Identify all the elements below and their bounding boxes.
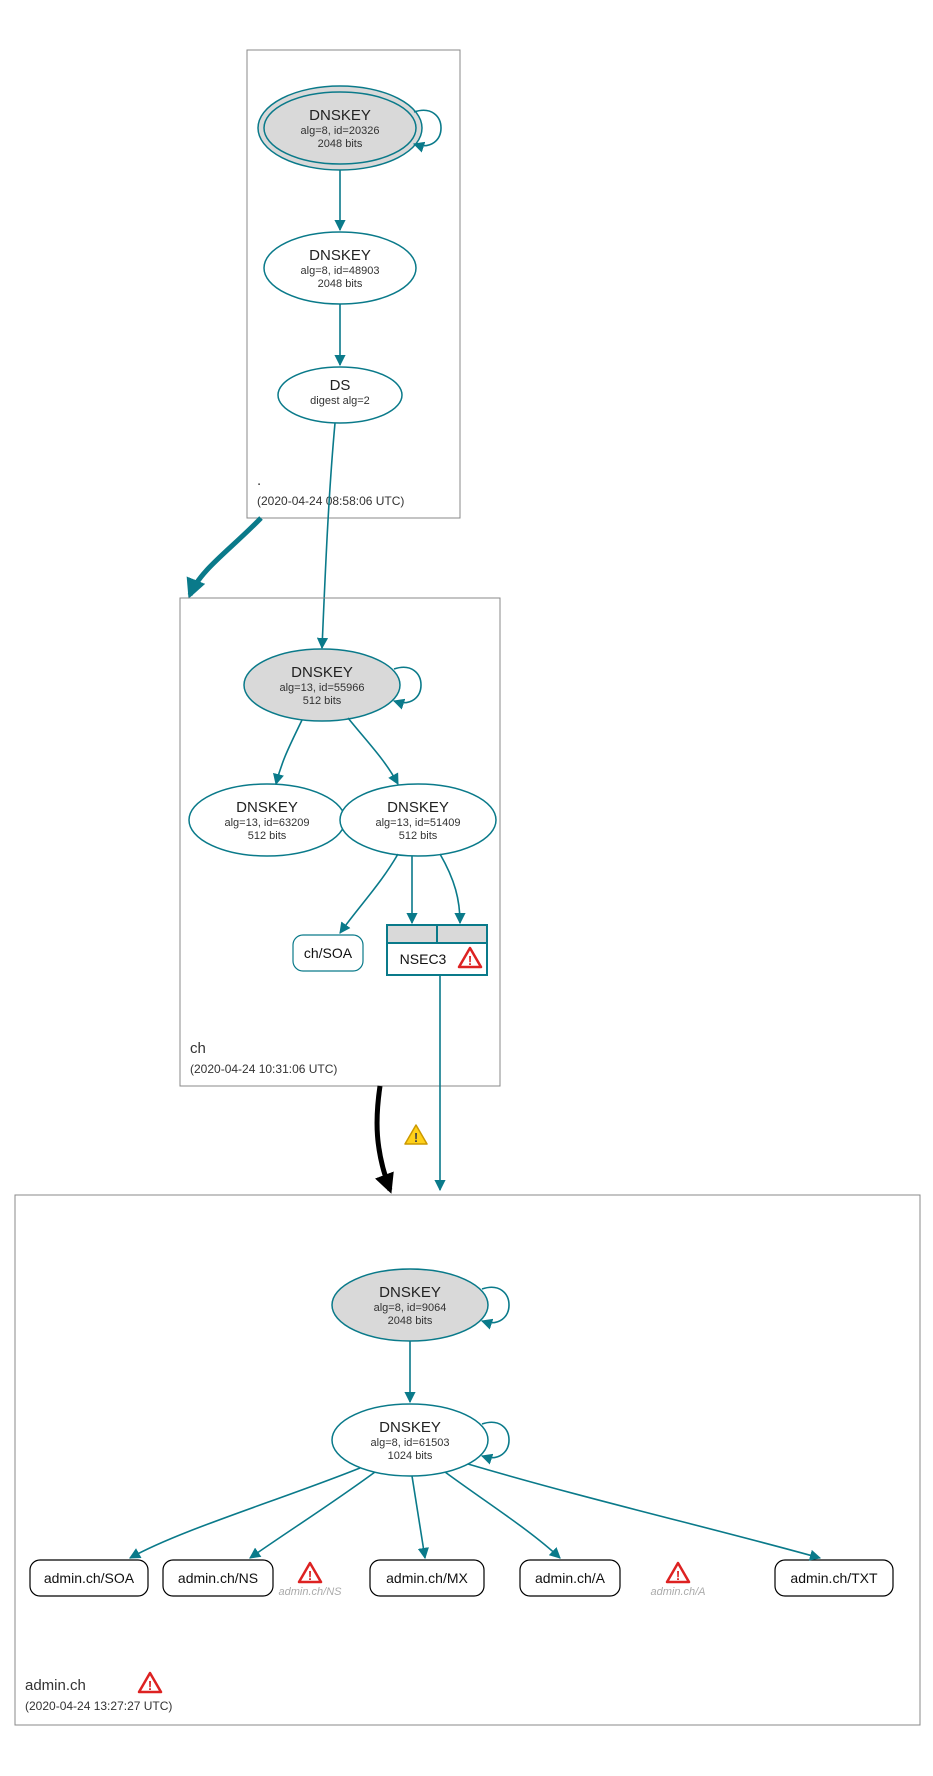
svg-text:DNSKEY: DNSKEY (387, 799, 449, 816)
edge-root-to-ch-deleg (190, 518, 261, 595)
svg-text:alg=13, id=51409: alg=13, id=51409 (375, 817, 460, 829)
edge-ch-ksk-zsk1 (276, 720, 302, 784)
svg-text:alg=8, id=48903: alg=8, id=48903 (301, 265, 380, 277)
edge-admin-zsk-ns (250, 1472, 375, 1558)
svg-text:DNSKEY: DNSKEY (379, 1419, 441, 1436)
node-admin-ns-error[interactable]: admin.ch/NS (279, 1563, 343, 1598)
node-admin-txt[interactable]: admin.ch/TXT (775, 1560, 893, 1596)
svg-text:NSEC3: NSEC3 (400, 951, 447, 967)
svg-text:alg=13, id=55966: alg=13, id=55966 (279, 682, 364, 694)
svg-text:2048 bits: 2048 bits (388, 1315, 433, 1327)
svg-text:512 bits: 512 bits (399, 830, 438, 842)
edge-ch-zsk2-nsec3b (440, 854, 460, 923)
node-admin-ksk[interactable]: DNSKEY alg=8, id=9064 2048 bits (332, 1269, 488, 1341)
edge-ds-to-ch-ksk (322, 423, 335, 648)
node-ch-ksk[interactable]: DNSKEY alg=13, id=55966 512 bits (244, 649, 400, 721)
svg-text:alg=13, id=63209: alg=13, id=63209 (224, 817, 309, 829)
svg-text:512 bits: 512 bits (303, 695, 342, 707)
svg-text:DNSKEY: DNSKEY (309, 247, 371, 264)
warning-icon (405, 1125, 427, 1145)
svg-text:DS: DS (330, 377, 351, 394)
svg-text:admin.ch/A: admin.ch/A (535, 1570, 606, 1586)
zone-ch-label: ch (190, 1040, 206, 1057)
svg-text:ch/SOA: ch/SOA (304, 945, 353, 961)
node-root-ksk[interactable]: DNSKEY alg=8, id=20326 2048 bits (258, 86, 422, 170)
zone-root-ts: (2020-04-24 08:58:06 UTC) (257, 494, 404, 508)
edge-ch-zsk2-soa (340, 854, 398, 933)
svg-text:alg=8, id=20326: alg=8, id=20326 (301, 125, 380, 137)
error-icon (667, 1563, 689, 1583)
edge-admin-zsk-soa (130, 1468, 360, 1558)
node-admin-a-error[interactable]: admin.ch/A (650, 1563, 705, 1598)
svg-text:admin.ch/NS: admin.ch/NS (178, 1570, 258, 1586)
svg-text:admin.ch/TXT: admin.ch/TXT (790, 1570, 878, 1586)
node-admin-a[interactable]: admin.ch/A (520, 1560, 620, 1596)
svg-text:2048 bits: 2048 bits (318, 138, 363, 150)
edge-admin-zsk-mx (412, 1476, 425, 1558)
node-ch-zsk2[interactable]: DNSKEY alg=13, id=51409 512 bits (340, 784, 496, 856)
node-ch-zsk1[interactable]: DNSKEY alg=13, id=63209 512 bits (189, 784, 345, 856)
zone-ch: ch (2020-04-24 10:31:06 UTC) DNSKEY alg=… (180, 598, 500, 1086)
svg-text:DNSKEY: DNSKEY (291, 664, 353, 681)
node-admin-mx[interactable]: admin.ch/MX (370, 1560, 484, 1596)
svg-text:admin.ch/MX: admin.ch/MX (386, 1570, 468, 1586)
zone-admin: admin.ch (2020-04-24 13:27:27 UTC) DNSKE… (15, 1195, 920, 1725)
svg-text:admin.ch/NS: admin.ch/NS (279, 1586, 343, 1598)
error-icon (299, 1563, 321, 1583)
svg-text:DNSKEY: DNSKEY (236, 799, 298, 816)
node-admin-zsk[interactable]: DNSKEY alg=8, id=61503 1024 bits (332, 1404, 488, 1476)
svg-text:2048 bits: 2048 bits (318, 278, 363, 290)
svg-text:alg=8, id=9064: alg=8, id=9064 (374, 1302, 447, 1314)
edge-ch-ksk-zsk2 (348, 718, 398, 784)
svg-text:admin.ch/SOA: admin.ch/SOA (44, 1570, 135, 1586)
dnssec-graph: ! ! . (2020-04-24 08:58:06 UTC) DNSKEY a… (0, 0, 933, 1776)
svg-text:alg=8, id=61503: alg=8, id=61503 (371, 1437, 450, 1449)
zone-root-label: . (257, 472, 261, 489)
svg-text:512 bits: 512 bits (248, 830, 287, 842)
node-ch-soa[interactable]: ch/SOA (293, 935, 363, 971)
node-admin-ns[interactable]: admin.ch/NS (163, 1560, 273, 1596)
node-ch-nsec3[interactable]: NSEC3 (387, 925, 487, 975)
node-root-zsk[interactable]: DNSKEY alg=8, id=48903 2048 bits (264, 232, 416, 304)
error-icon (139, 1673, 161, 1693)
svg-text:DNSKEY: DNSKEY (309, 107, 371, 124)
zone-ch-ts: (2020-04-24 10:31:06 UTC) (190, 1062, 337, 1076)
zone-admin-label: admin.ch (25, 1677, 86, 1694)
zone-admin-ts: (2020-04-24 13:27:27 UTC) (25, 1699, 172, 1713)
svg-text:admin.ch/A: admin.ch/A (650, 1586, 705, 1598)
svg-text:digest alg=2: digest alg=2 (310, 395, 370, 407)
edge-admin-zsk-txt (468, 1464, 820, 1558)
edge-ch-to-admin-deleg (377, 1086, 390, 1190)
svg-text:DNSKEY: DNSKEY (379, 1284, 441, 1301)
zone-root: . (2020-04-24 08:58:06 UTC) DNSKEY alg=8… (247, 50, 460, 518)
node-root-ds[interactable]: DS digest alg=2 (278, 367, 402, 423)
svg-text:1024 bits: 1024 bits (388, 1450, 433, 1462)
node-admin-soa[interactable]: admin.ch/SOA (30, 1560, 148, 1596)
